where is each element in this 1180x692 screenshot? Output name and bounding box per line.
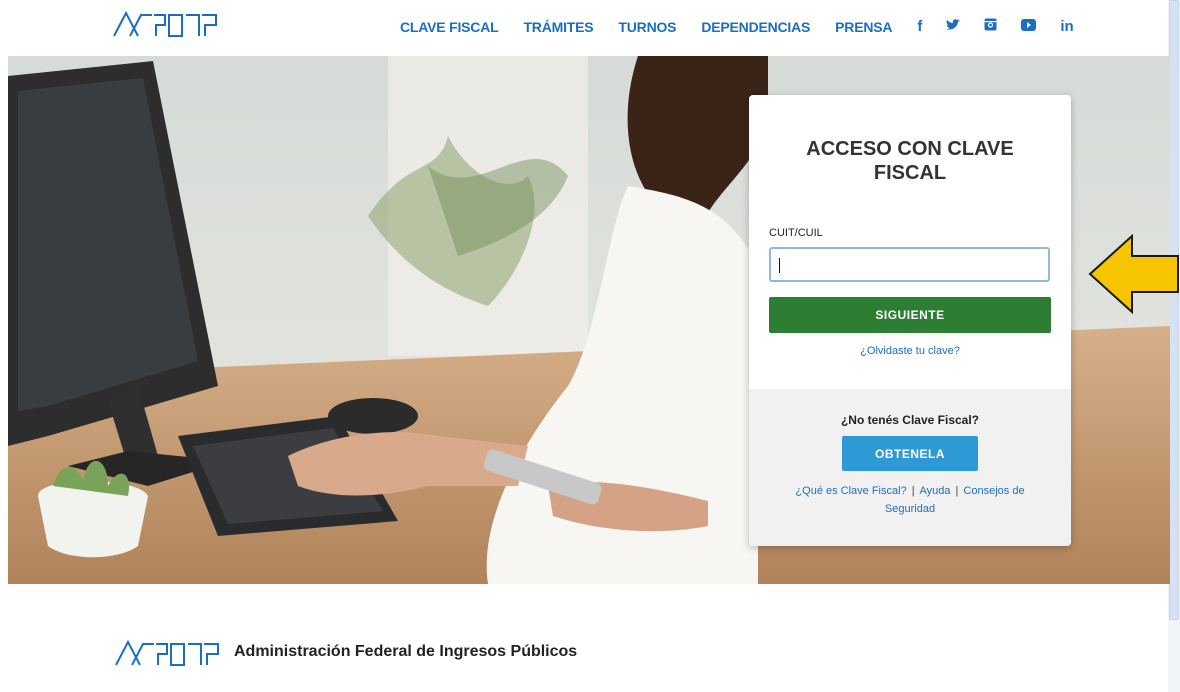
facebook-icon[interactable]: f — [917, 18, 922, 35]
cuit-input[interactable] — [769, 247, 1050, 282]
nav-tramites[interactable]: TRÁMITES — [523, 19, 593, 35]
top-navbar: CLAVE FISCAL TRÁMITES TURNOS DEPENDENCIA… — [0, 0, 1168, 56]
login-card: ACCESO CON CLAVE FISCAL CUIT/CUIL SIGUIE… — [749, 95, 1071, 546]
text-caret — [779, 258, 780, 273]
nav-turnos[interactable]: TURNOS — [618, 19, 676, 35]
help-links: ¿Qué es Clave Fiscal? | Ayuda | Consejos de … — [779, 482, 1041, 518]
instagram-icon[interactable] — [984, 18, 997, 35]
afip-logo[interactable] — [112, 10, 220, 43]
forgot-password-link[interactable]: ¿Olvidaste tu clave? — [749, 345, 1071, 357]
footer-afip-logo[interactable] — [114, 639, 222, 672]
main-nav: CLAVE FISCAL TRÁMITES TURNOS DEPENDENCIA… — [400, 18, 1098, 35]
login-title: ACCESO CON CLAVE FISCAL — [806, 138, 1014, 184]
siguiente-button[interactable]: SIGUIENTE — [769, 297, 1051, 333]
footer: Administración Federal de Ingresos Públi… — [0, 586, 1168, 692]
left-arrow-icon — [1088, 233, 1180, 319]
no-key-text: ¿No tenés Clave Fiscal? — [840, 413, 980, 427]
link-separator: | — [911, 485, 915, 497]
twitter-icon[interactable] — [946, 18, 961, 35]
help-link[interactable]: Ayuda — [920, 485, 951, 497]
register-section: ¿No tenés Clave Fiscal? OBTENELA ¿Qué es… — [749, 389, 1071, 546]
nav-dependencias[interactable]: DEPENDENCIAS — [701, 19, 810, 35]
linkedin-icon[interactable]: in — [1060, 18, 1073, 35]
youtube-icon[interactable] — [1021, 18, 1037, 35]
cuit-label: CUIT/CUIL — [769, 227, 823, 239]
link-separator: | — [955, 485, 959, 497]
obtenela-button[interactable]: OBTENELA — [842, 436, 978, 471]
nav-prensa[interactable]: PRENSA — [835, 19, 892, 35]
footer-org-name: Administración Federal de Ingresos Públi… — [234, 643, 578, 660]
nav-clave-fiscal[interactable]: CLAVE FISCAL — [400, 19, 499, 35]
what-is-clave-fiscal-link[interactable]: ¿Qué es Clave Fiscal? — [795, 485, 906, 497]
social-links: f in — [917, 18, 1097, 35]
